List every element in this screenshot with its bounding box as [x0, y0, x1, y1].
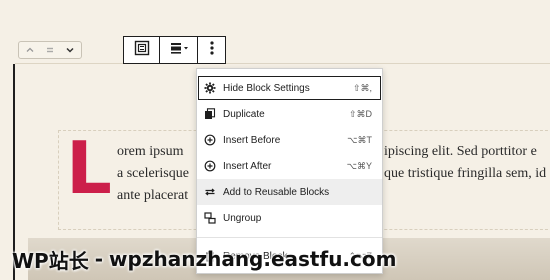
menu-item-label: Duplicate	[223, 108, 265, 120]
paragraph-line-2-right[interactable]: que tristique fringilla sem, id	[384, 166, 546, 182]
menu-item-ungroup[interactable]: Ungroup	[197, 205, 382, 231]
drop-cap: L	[66, 126, 112, 210]
move-down-icon[interactable]	[63, 43, 77, 57]
menu-item-shortcut: ⌥⌘Y	[346, 160, 372, 171]
menu-item-shortcut: ⇧⌘D	[348, 108, 372, 119]
reusable-icon	[203, 185, 217, 199]
menu-item-insert-after[interactable]: Insert After ⌥⌘Y	[197, 153, 382, 179]
drag-handle-icon[interactable]	[43, 43, 57, 57]
paragraph-line-3[interactable]: ante placerat	[117, 188, 188, 204]
menu-item-hide-block-settings[interactable]: Hide Block Settings ⇧⌘,	[197, 75, 382, 101]
block-type-icon	[134, 40, 150, 61]
watermark-separator: -	[94, 247, 104, 271]
watermark-brand: WP站长	[12, 248, 89, 273]
paragraph-line-1-right[interactable]: ipiscing elit. Sed porttitor e	[384, 144, 537, 160]
menu-item-label: Insert After	[223, 160, 272, 172]
move-up-icon[interactable]	[23, 43, 37, 57]
block-type-button[interactable]	[124, 37, 160, 63]
block-toolbar	[123, 36, 226, 64]
watermark-site: wpzhanzhang.eastfu.com	[109, 247, 397, 271]
block-mover	[18, 41, 82, 59]
menu-item-label: Hide Block Settings	[223, 82, 310, 94]
duplicate-icon	[203, 107, 217, 121]
menu-item-add-to-reusable-blocks[interactable]: Add to Reusable Blocks	[197, 179, 382, 205]
ungroup-icon	[203, 211, 217, 225]
menu-item-insert-before[interactable]: Insert Before ⌥⌘T	[197, 127, 382, 153]
editor-top-border	[15, 63, 550, 64]
menu-divider	[197, 237, 382, 238]
menu-item-label: Add to Reusable Blocks	[223, 186, 330, 198]
insert-after-icon	[203, 159, 217, 173]
more-vertical-icon	[209, 40, 215, 61]
paragraph-line-2[interactable]: a scelerisque	[117, 166, 189, 182]
menu-item-label: Ungroup	[223, 212, 262, 224]
more-options-button[interactable]	[198, 37, 225, 63]
alignment-button[interactable]	[160, 37, 198, 63]
paragraph-line-1[interactable]: orem ipsum	[117, 144, 184, 160]
menu-item-duplicate[interactable]: Duplicate ⇧⌘D	[197, 101, 382, 127]
menu-item-shortcut: ⌥⌘T	[347, 134, 372, 145]
menu-item-shortcut: ⇧⌘,	[352, 82, 372, 93]
gear-icon	[203, 81, 217, 95]
watermark: WP站长 - wpzhanzhang.eastfu.com	[12, 244, 412, 274]
menu-item-label: Insert Before	[223, 134, 281, 146]
align-icon	[169, 41, 189, 60]
insert-before-icon	[203, 133, 217, 147]
